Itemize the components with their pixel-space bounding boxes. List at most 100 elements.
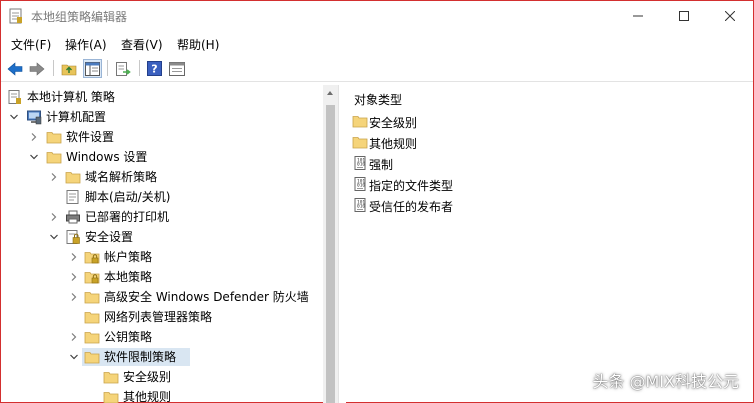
document-icon: 101010 <box>354 156 366 170</box>
toolbar: ? <box>1 55 753 82</box>
tree-item-network-list-manager[interactable]: 网络列表管理器策略 <box>2 307 323 327</box>
tree-item-label: 已部署的打印机 <box>85 210 170 224</box>
tree-item-label: 本地策略 <box>104 270 153 284</box>
details-pane: 对象类型 安全级别 其他规则 101 010 强制 101 010 指定的文件类型 … <box>346 85 753 403</box>
export-list-button[interactable] <box>113 59 132 78</box>
folder-icon <box>103 392 119 403</box>
folder-icon <box>84 332 100 344</box>
forward-icon <box>29 61 44 76</box>
tree-item-software-restriction-policies[interactable]: 软件限制策略 <box>2 347 323 367</box>
expanded-chevron-icon[interactable] <box>28 151 40 163</box>
expanded-chevron-icon[interactable] <box>68 351 80 363</box>
close-button[interactable] <box>707 1 753 31</box>
tree-item-security-settings[interactable]: 安全设置 <box>2 227 323 247</box>
collapsed-chevron-icon[interactable] <box>68 251 80 263</box>
script-icon <box>66 190 79 204</box>
list-item-label: 强制 <box>369 158 394 172</box>
pane-splitter[interactable] <box>338 85 346 403</box>
folder-icon <box>84 352 100 364</box>
collapsed-chevron-icon[interactable] <box>48 171 60 183</box>
folder-icon <box>46 132 62 144</box>
collapsed-chevron-icon[interactable] <box>68 271 80 283</box>
tree-item-name-resolution-policy[interactable]: 域名解析策略 <box>2 167 323 187</box>
list-item-label: 安全级别 <box>369 116 418 130</box>
toolbar-separator <box>107 60 108 76</box>
tree-item-local-computer-policy[interactable]: 本地计算机 策略 <box>2 87 323 107</box>
collapsed-chevron-icon[interactable] <box>68 331 80 343</box>
tree-item-windows-settings[interactable]: Windows 设置 <box>2 147 323 167</box>
close-icon <box>725 11 735 21</box>
menu-file[interactable]: 文件(F) <box>11 36 51 53</box>
tree-scrollbar[interactable] <box>323 85 338 403</box>
tree-item-account-policies[interactable]: 帐户策略 <box>2 247 323 267</box>
tree-item-label: Windows 设置 <box>66 150 148 164</box>
svg-text:?: ? <box>151 63 157 76</box>
tree-item-label: 安全级别 <box>123 370 172 384</box>
expanded-chevron-icon[interactable] <box>8 111 20 123</box>
menu-view[interactable]: 查看(V) <box>121 36 163 53</box>
title-bar: 本地组策略编辑器 <box>1 1 753 31</box>
folder-icon <box>46 152 62 164</box>
tree-item-defender-firewall[interactable]: 高级安全 Windows Defender 防火墙 <box>2 287 323 307</box>
minimize-button[interactable] <box>615 1 661 31</box>
tree-item-security-levels[interactable]: 安全级别 <box>2 367 323 387</box>
folder-lock-icon <box>84 252 100 264</box>
minimize-icon <box>633 15 643 17</box>
tree-item-label: 脚本(启动/关机) <box>85 190 171 204</box>
tree-item-label: 软件限制策略 <box>104 350 177 364</box>
printer-icon <box>66 210 80 224</box>
menu-bar: 文件(F) 操作(A) 查看(V) 帮助(H) <box>1 33 753 55</box>
svg-text:010: 010 <box>357 183 365 189</box>
folder-icon <box>84 312 100 324</box>
list-item-label: 指定的文件类型 <box>369 179 454 193</box>
tree-item-label: 本地计算机 策略 <box>27 90 115 104</box>
column-header-object-type[interactable]: 对象类型 <box>354 91 402 108</box>
properties-icon <box>168 61 185 76</box>
folder-icon <box>352 116 368 128</box>
list-item-label: 受信任的发布者 <box>369 200 454 214</box>
maximize-button[interactable] <box>661 1 707 31</box>
help-icon: ? <box>147 61 162 76</box>
properties-button[interactable] <box>167 59 186 78</box>
tree-item-label: 网络列表管理器策略 <box>104 310 213 324</box>
document-icon: 101010 <box>354 198 366 212</box>
collapsed-chevron-icon[interactable] <box>48 211 60 223</box>
folder-icon <box>84 292 100 304</box>
folder-icon <box>103 372 119 384</box>
folder-lock-icon <box>84 272 100 284</box>
security-icon <box>66 230 80 244</box>
tree-item-label: 计算机配置 <box>46 110 107 124</box>
tree-item-public-key-policies[interactable]: 公钥策略 <box>2 327 323 347</box>
up-folder-icon <box>61 64 76 75</box>
toolbar-separator <box>53 60 54 76</box>
expanded-chevron-icon[interactable] <box>48 231 60 243</box>
tree-item-additional-rules[interactable]: 其他规则 <box>2 387 323 403</box>
tree-item-computer-config[interactable]: 计算机配置 <box>2 107 323 127</box>
tree-item-deployed-printers[interactable]: 已部署的打印机 <box>2 207 323 227</box>
tree-item-software-settings[interactable]: 软件设置 <box>2 127 323 147</box>
list-item-label: 其他规则 <box>369 137 418 151</box>
folder-icon <box>352 137 368 149</box>
show-hide-tree-button[interactable] <box>83 59 102 78</box>
show-hide-tree-icon <box>85 61 100 76</box>
up-folder-button[interactable] <box>59 59 78 78</box>
scrollbar-thumb[interactable] <box>326 105 335 403</box>
tree-item-label: 安全设置 <box>85 230 134 244</box>
tree-item-label: 公钥策略 <box>104 330 153 344</box>
tree-item-label: 域名解析策略 <box>85 170 158 184</box>
collapsed-chevron-icon[interactable] <box>28 131 40 143</box>
tree-item-local-policies[interactable]: 本地策略 <box>2 267 323 287</box>
tree-item-label: 软件设置 <box>66 130 115 144</box>
forward-button[interactable] <box>27 59 46 78</box>
back-button[interactable] <box>5 59 24 78</box>
collapsed-chevron-icon[interactable] <box>68 291 80 303</box>
tree-item-scripts[interactable]: 脚本(启动/关机) <box>2 187 323 207</box>
back-icon <box>7 61 22 76</box>
console-tree: 本地计算机 策略 计算机配置 软件设置 Windows 设置 域名解析策略 脚本… <box>2 85 323 403</box>
svg-text:010: 010 <box>357 204 365 210</box>
svg-text:010: 010 <box>357 162 365 168</box>
scroll-up-arrow-icon[interactable] <box>327 91 333 95</box>
menu-help[interactable]: 帮助(H) <box>177 36 219 53</box>
help-button[interactable]: ? <box>145 59 164 78</box>
menu-action[interactable]: 操作(A) <box>65 36 107 53</box>
